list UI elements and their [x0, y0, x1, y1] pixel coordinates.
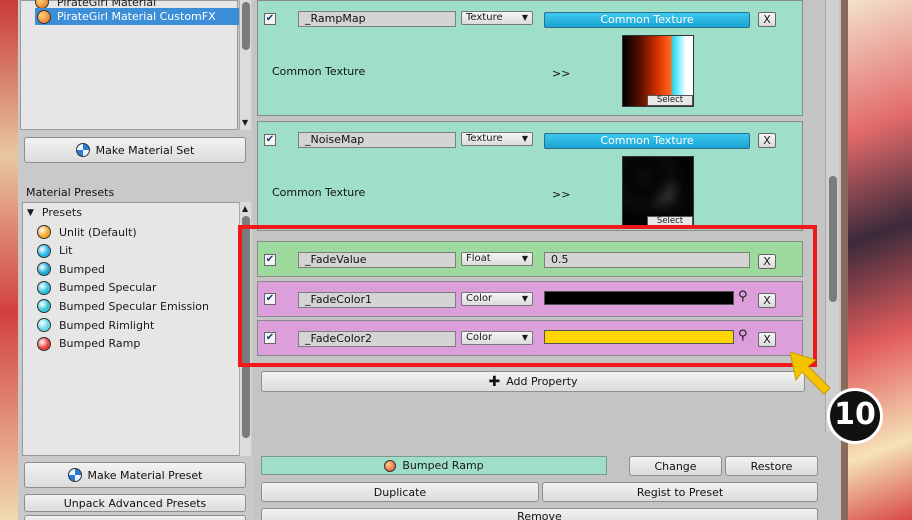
preset-item[interactable]: Bumped Ramp	[37, 336, 140, 351]
preset-item[interactable]: Unlit (Default)	[37, 225, 137, 239]
preset-item[interactable]: Bumped Specular Emission	[37, 299, 209, 314]
presets-root[interactable]: ▼ Presets	[27, 206, 82, 219]
plus-icon: ✚	[488, 373, 501, 390]
material-preset-icon	[67, 468, 82, 482]
common-texture-button[interactable]: Common Texture	[544, 12, 750, 28]
preset-shader-icon	[37, 280, 51, 295]
pointer-arrow-icon	[790, 352, 831, 395]
preset-icon	[384, 459, 397, 472]
material-set-icon	[75, 143, 90, 157]
scrollbar-thumb[interactable]	[829, 176, 837, 302]
make-material-set-button[interactable]: Make Material Set	[24, 137, 246, 163]
texture-sub-label: Common Texture	[272, 186, 366, 199]
add-property-button[interactable]: ✚ Add Property	[261, 371, 805, 392]
unpack-advanced-presets-button[interactable]: Unpack Advanced Presets	[24, 494, 246, 512]
highlight-box	[238, 225, 817, 367]
material-editor-left-panel: PirateGirl Material PirateGirl Material …	[18, 0, 258, 520]
preset-item[interactable]: Bumped	[37, 262, 105, 277]
material-icon	[37, 9, 51, 24]
property-name-field[interactable]: _RampMap	[298, 11, 456, 27]
property-type-dropdown[interactable]: Texture ▼	[461, 11, 533, 25]
preset-shader-icon	[37, 299, 51, 314]
duplicate-button[interactable]: Duplicate	[261, 482, 539, 502]
partial-button-bottom[interactable]	[24, 515, 246, 520]
property-name-field[interactable]: _NoiseMap	[298, 132, 456, 148]
scroll-down-arrow-icon[interactable]: ▼	[242, 118, 248, 127]
preset-shader-icon	[37, 336, 51, 351]
ramp-texture-preview[interactable]: Select	[622, 35, 694, 107]
scrollbar-thumb[interactable]	[242, 2, 250, 50]
common-texture-button[interactable]: Common Texture	[544, 133, 750, 149]
texture-arrow: >>	[552, 67, 571, 80]
scroll-up-arrow-icon[interactable]: ▲	[242, 204, 248, 213]
property-row-rampmap: ✔ _RampMap Texture ▼ Common Texture X Com…	[257, 0, 803, 116]
make-material-preset-button[interactable]: Make Material Preset	[24, 462, 246, 488]
change-button[interactable]: Change	[629, 456, 722, 476]
texture-sub-label: Common Texture	[272, 65, 366, 78]
remove-button[interactable]: Remove	[261, 508, 818, 520]
current-preset-display: Bumped Ramp	[261, 456, 607, 475]
regist-to-preset-button[interactable]: Regist to Preset	[542, 482, 818, 502]
step-number-badge: 10	[827, 388, 883, 444]
preset-shader-icon	[37, 318, 51, 332]
presets-section-title: Material Presets	[26, 186, 115, 199]
select-texture-button[interactable]: Select	[647, 95, 693, 106]
presets-tree: ▼ Presets Unlit (Default) Lit Bumped Bumped…	[22, 202, 240, 456]
remove-property-button[interactable]: X	[758, 12, 776, 27]
preset-item[interactable]: Bumped Specular	[37, 280, 157, 295]
noise-texture-preview[interactable]: Select	[622, 156, 694, 228]
material-list: PirateGirl Material PirateGirl Material …	[20, 0, 239, 130]
material-list-item-selected[interactable]: PirateGirl Material CustomFX	[35, 8, 239, 25]
property-row-noisemap: ✔ _NoiseMap Texture ▼ Common Texture X Co…	[257, 121, 803, 231]
preset-item[interactable]: Bumped Rimlight	[37, 318, 154, 332]
material-list-scrollbar[interactable]: ▼	[239, 0, 251, 130]
preset-shader-icon	[37, 243, 51, 258]
preset-shader-icon	[37, 225, 51, 239]
remove-property-button[interactable]: X	[758, 133, 776, 148]
property-type-dropdown[interactable]: Texture ▼	[461, 132, 533, 146]
property-enabled-checkbox[interactable]: ✔	[264, 134, 276, 146]
property-enabled-checkbox[interactable]: ✔	[264, 13, 276, 25]
expand-triangle-icon[interactable]: ▼	[27, 208, 34, 218]
texture-arrow: >>	[552, 188, 571, 201]
preset-item[interactable]: Lit	[37, 243, 73, 258]
preset-shader-icon	[37, 262, 51, 277]
restore-button[interactable]: Restore	[725, 456, 818, 476]
